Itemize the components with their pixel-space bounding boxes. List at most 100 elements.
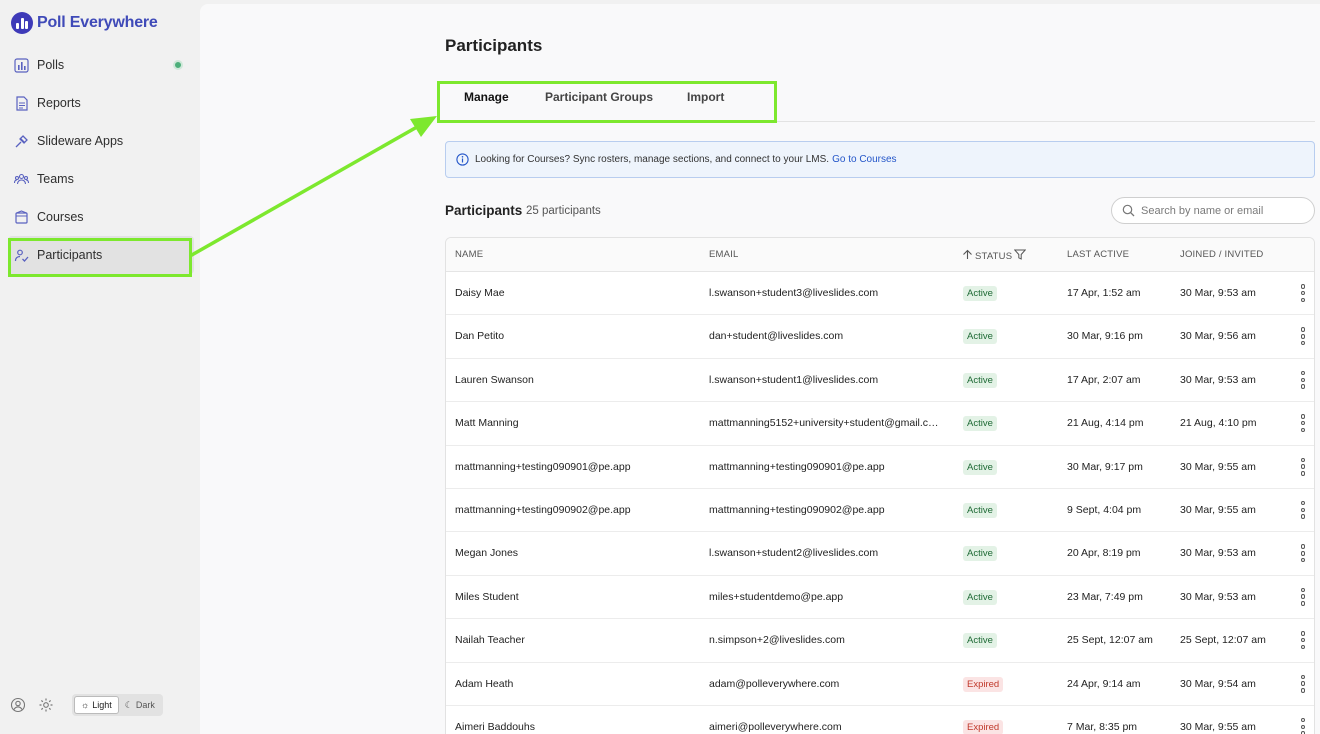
status-cell: Active (963, 589, 997, 605)
column-header-email[interactable]: EMAIL (709, 249, 739, 260)
participant-name[interactable]: mattmanning+testing090902@pe.app (455, 504, 695, 516)
participant-name[interactable]: Miles Student (455, 591, 695, 603)
participant-email: miles+studentdemo@pe.app (709, 590, 844, 603)
status-cell: Active (963, 329, 997, 345)
participant-name[interactable]: Megan Jones (455, 547, 695, 559)
participant-name[interactable]: Adam Heath (455, 678, 695, 690)
participant-name[interactable]: Nailah Teacher (455, 634, 695, 646)
table-row[interactable]: Dan Petito dan+student@liveslides.com Acti… (446, 315, 1314, 359)
joined-invited: 25 Sept, 12:07 am (1180, 634, 1266, 647)
tab-bar: Manage Participant Groups Import (437, 81, 1315, 123)
row-menu-icon[interactable] (1299, 500, 1307, 519)
column-header-last-active[interactable]: LAST ACTIVE (1067, 249, 1129, 260)
status-badge: Expired (963, 676, 1004, 692)
participant-name[interactable]: Aimeri Baddouhs (455, 721, 695, 733)
participant-email: dan+student@liveslides.com (709, 330, 844, 343)
sidebar-item-polls[interactable]: Polls (8, 46, 194, 84)
participant-name[interactable]: Dan Petito (455, 330, 695, 342)
table-row[interactable]: Nailah Teacher n.simpson+2@liveslides.com… (446, 619, 1314, 663)
sidebar-item-slideware-apps[interactable]: Slideware Apps (8, 122, 194, 160)
table-row[interactable]: Aimeri Baddouhs aimeri@polleverywhere.com… (446, 706, 1314, 734)
go-to-courses-link[interactable]: Go to Courses (832, 154, 896, 165)
participant-name[interactable]: mattmanning+testing090901@pe.app (455, 461, 695, 473)
participant-email: mattmanning+testing090902@pe.app (709, 503, 885, 516)
participants-table: NAME EMAIL STATUS LAST ACTIVE JOINED / I… (445, 237, 1315, 734)
last-active: 21 Aug, 4:14 pm (1067, 417, 1144, 430)
row-menu-icon[interactable] (1299, 414, 1307, 433)
courses-info-banner: Looking for Courses? Sync rosters, manag… (445, 141, 1315, 178)
status-badge: Active (963, 459, 997, 475)
status-badge: Active (963, 502, 997, 518)
table-row[interactable]: Miles Student miles+studentdemo@pe.app Act… (446, 576, 1314, 620)
row-menu-icon[interactable] (1299, 631, 1307, 650)
status-cell: Expired (963, 719, 1004, 734)
status-badge: Active (963, 546, 997, 562)
participant-name[interactable]: Matt Manning (455, 417, 695, 429)
status-badge: Active (963, 633, 997, 649)
sidebar-item-reports[interactable]: Reports (8, 84, 194, 122)
status-cell: Active (963, 372, 997, 388)
participant-email: l.swanson+student2@liveslides.com (709, 547, 879, 560)
joined-invited: 30 Mar, 9:55 am (1180, 503, 1256, 516)
row-menu-icon[interactable] (1299, 457, 1307, 476)
sun-icon: ☼ (81, 700, 90, 710)
account-icon[interactable] (10, 697, 26, 713)
status-badge: Active (963, 286, 997, 301)
search-input[interactable] (1141, 204, 1301, 217)
theme-dark-option[interactable]: ☾ Dark (119, 696, 161, 714)
sidebar-item-courses[interactable]: Courses (8, 198, 194, 236)
status-badge: Active (963, 416, 997, 432)
joined-invited: 30 Mar, 9:56 am (1180, 330, 1256, 343)
status-badge: Active (963, 589, 997, 605)
last-active: 24 Apr, 9:14 am (1067, 677, 1141, 690)
table-row[interactable]: Adam Heath adam@polleverywhere.com Expired… (446, 663, 1314, 706)
table-header: NAME EMAIL STATUS LAST ACTIVE JOINED / I… (446, 238, 1314, 272)
participant-name[interactable]: Lauren Swanson (455, 374, 695, 386)
search-icon (1122, 204, 1135, 217)
sidebar-item-label: Slideware Apps (37, 134, 124, 148)
polls-icon (14, 57, 29, 73)
participant-count: 25 participants (526, 205, 601, 217)
page-title: Participants (445, 36, 543, 55)
row-menu-icon[interactable] (1299, 284, 1307, 302)
sidebar-item-label: Polls (37, 58, 65, 72)
status-cell: Expired (963, 676, 1004, 692)
sort-arrow-up-icon[interactable] (962, 249, 973, 263)
theme-light-option[interactable]: ☼ Light (74, 696, 119, 714)
table-row[interactable]: mattmanning+testing090902@pe.app mattmann… (446, 489, 1314, 533)
reports-icon (14, 95, 29, 111)
participant-email: l.swanson+student3@liveslides.com (709, 287, 879, 299)
row-menu-icon[interactable] (1299, 370, 1307, 389)
table-row[interactable]: Megan Jones l.swanson+student2@liveslides… (446, 532, 1314, 576)
app-logo[interactable]: Poll Everywhere (11, 12, 158, 34)
row-menu-icon[interactable] (1299, 327, 1307, 346)
row-menu-icon[interactable] (1299, 674, 1307, 693)
sidebar-item-label: Courses (37, 210, 84, 224)
sidebar-item-label: Teams (37, 172, 74, 186)
participant-name[interactable]: Daisy Mae (455, 287, 695, 299)
highlight-box-participants (8, 238, 192, 277)
row-menu-icon[interactable] (1299, 717, 1307, 734)
settings-gear-icon[interactable] (38, 697, 54, 713)
status-header-label: STATUS (975, 250, 1013, 262)
table-row[interactable]: mattmanning+testing090901@pe.app mattmann… (446, 446, 1314, 489)
table-row[interactable]: Matt Manning mattmanning5152+university+s… (446, 402, 1314, 446)
participant-email: mattmanning5152+university+student@gmail… (709, 417, 939, 430)
last-active: 9 Sept, 4:04 pm (1067, 503, 1142, 516)
row-menu-icon[interactable] (1299, 544, 1307, 563)
row-menu-icon[interactable] (1299, 587, 1307, 606)
poll-everywhere-logo-icon (11, 12, 33, 34)
filter-icon[interactable] (1013, 249, 1027, 263)
column-header-name[interactable]: NAME (455, 249, 483, 260)
banner-text: Looking for Courses? Sync rosters, manag… (475, 154, 830, 165)
joined-invited: 30 Mar, 9:55 am (1180, 720, 1256, 733)
theme-dark-label: Dark (135, 700, 155, 710)
column-header-joined[interactable]: JOINED / INVITED (1180, 249, 1263, 260)
status-cell: Active (963, 633, 997, 649)
theme-toggle: ☼ Light ☾ Dark (72, 694, 163, 716)
table-row[interactable]: Daisy Mae l.swanson+student3@liveslides.c… (446, 272, 1314, 316)
column-header-status[interactable]: STATUS (962, 249, 1027, 263)
status-badge: Active (963, 372, 997, 388)
sidebar-item-teams[interactable]: Teams (8, 160, 194, 198)
table-row[interactable]: Lauren Swanson l.swanson+student1@livesli… (446, 359, 1314, 403)
